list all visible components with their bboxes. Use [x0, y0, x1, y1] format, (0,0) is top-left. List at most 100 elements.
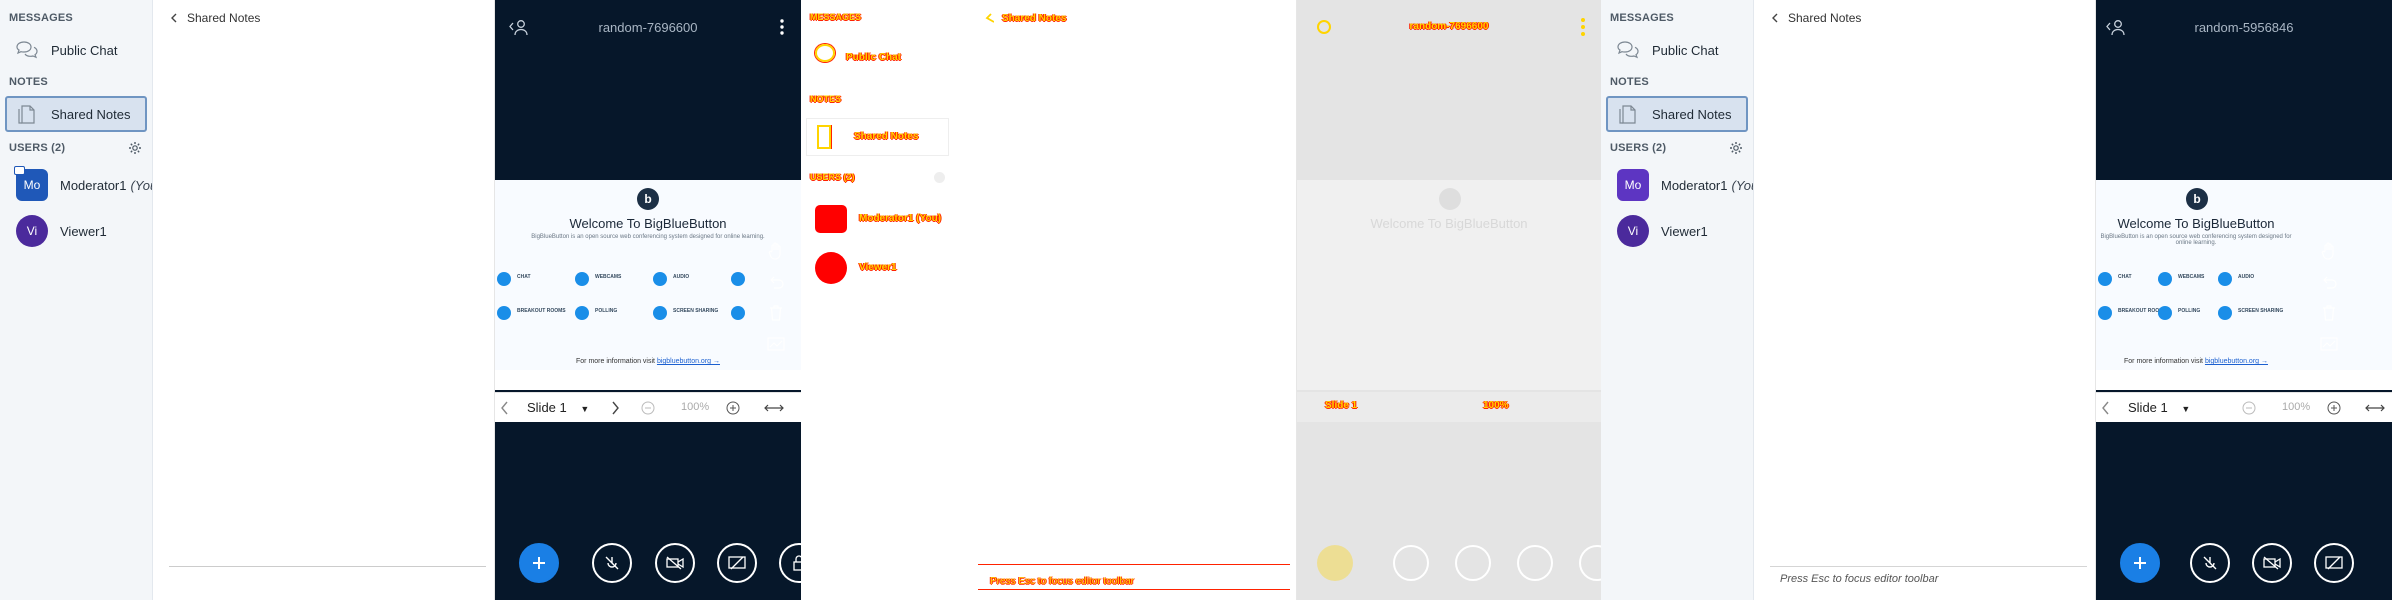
user-list-toggle-icon[interactable]	[509, 17, 529, 37]
public-chat-item[interactable]: Public Chat	[5, 32, 147, 68]
user-name: Viewer1	[60, 223, 107, 239]
more-info-link[interactable]: bigbluebutton.org →	[2205, 358, 2268, 365]
glitch-viewer-name[interactable]: Viewer1	[859, 262, 897, 273]
slide-label: Slide 1	[2128, 400, 2168, 415]
users-header-label: USERS (2)	[9, 142, 66, 154]
glitch-notes-back-button[interactable]: Shared Notes	[976, 0, 1296, 36]
glitched-presentation-panel: random-7696600 Welcome To BigBlueButton …	[1297, 0, 1601, 600]
slide-label: Slide 1	[527, 400, 567, 415]
glitch-viewer-avatar	[815, 252, 847, 284]
presentation-panel-a: random-7696600 b Welcome To BigBlueButto…	[495, 0, 801, 600]
glitch-slide: Welcome To BigBlueButton	[1297, 180, 1601, 390]
notes-back-button[interactable]: Shared Notes	[153, 0, 494, 36]
feature-dot	[2158, 306, 2172, 320]
notes-document-icon	[1616, 102, 1640, 126]
screen-share-off-icon[interactable]	[2314, 543, 2354, 583]
user-list-toggle-icon[interactable]	[2106, 17, 2126, 37]
kebab-menu-icon[interactable]	[779, 18, 785, 36]
video-off-icon[interactable]	[655, 543, 695, 583]
zoom-out-icon[interactable]	[2241, 400, 2257, 416]
presentation-slide[interactable]: b Welcome To BigBlueButton BigBlueButton…	[495, 180, 801, 390]
undo-icon[interactable]	[2318, 271, 2340, 293]
feature-title: CHAT	[2118, 274, 2132, 280]
zoom-in-icon[interactable]	[725, 400, 741, 416]
glitch-video-button[interactable]	[1455, 545, 1491, 581]
glitch-screen-button[interactable]	[1517, 545, 1553, 581]
previous-slide-icon[interactable]	[497, 400, 513, 416]
fit-width-icon[interactable]	[763, 400, 785, 416]
notes-header: NOTES	[1610, 76, 1649, 88]
users-header: USERS (2)	[1601, 138, 1753, 158]
glitch-shared-notes-item[interactable]: Shared Notes	[806, 118, 949, 156]
user-row-viewer[interactable]: Vi Viewer1	[1601, 208, 1753, 254]
hand-icon[interactable]	[765, 240, 787, 262]
trash-icon[interactable]	[2318, 302, 2340, 324]
plus-icon[interactable]	[2120, 543, 2160, 583]
glitch-public-chat[interactable]: Public Chat	[846, 52, 901, 63]
slide-selector[interactable]: Slide 1 ▼	[2128, 400, 2190, 415]
avatar: Vi	[16, 215, 48, 247]
glitch-kebab-icon[interactable]	[1581, 18, 1585, 36]
public-chat-label: Public Chat	[51, 42, 118, 58]
zoom-out-icon[interactable]	[640, 400, 656, 416]
glitch-mic-button[interactable]	[1393, 545, 1429, 581]
plus-icon[interactable]	[519, 543, 559, 583]
glitch-editor-rule	[978, 564, 1290, 565]
public-chat-label: Public Chat	[1652, 42, 1719, 58]
hand-icon[interactable]	[2318, 240, 2340, 262]
glitch-users-header: USERS (2)	[810, 172, 855, 182]
zoom-in-icon[interactable]	[2326, 400, 2342, 416]
shared-notes-item[interactable]: Shared Notes	[1606, 96, 1748, 132]
multi-user-whiteboard-icon[interactable]	[2318, 333, 2340, 355]
presentation-slide[interactable]: b Welcome To BigBlueButton BigBlueButton…	[2096, 180, 2392, 390]
mute-microphone-icon[interactable]	[2190, 543, 2230, 583]
notes-title: Shared Notes	[187, 11, 261, 25]
glitch-moderator-name[interactable]: Moderator1 (You)	[859, 213, 941, 224]
mute-microphone-icon[interactable]	[592, 543, 632, 583]
notes-back-button[interactable]: Shared Notes	[1754, 0, 2095, 36]
trash-icon[interactable]	[765, 302, 787, 324]
user-name: Viewer1	[1661, 223, 1708, 239]
user-name: Moderator1	[60, 177, 127, 193]
glitch-plus-button[interactable]	[1317, 545, 1353, 581]
user-list-sidebar: MESSAGES Public Chat NOTES Shared Notes …	[0, 0, 153, 600]
mobile-top-bar: random-5956846	[2096, 0, 2392, 54]
glitch-controls: Slide 1 100%	[1297, 392, 1601, 422]
gear-icon[interactable]	[1729, 141, 1743, 155]
gear-icon[interactable]	[128, 141, 142, 155]
previous-slide-icon[interactable]	[2098, 400, 2114, 416]
multi-user-whiteboard-icon[interactable]	[765, 333, 787, 355]
feature-dot	[575, 272, 589, 286]
user-row-moderator[interactable]: Mo Moderator1 (You)	[1601, 162, 1753, 208]
presentation-panel-b: random-5956846 b Welcome To BigBlueButto…	[2096, 0, 2392, 600]
feature-dot	[2098, 272, 2112, 286]
lock-icon[interactable]	[779, 543, 801, 583]
user-row-moderator[interactable]: Mo Moderator1 (You)	[0, 162, 152, 208]
slide-selector[interactable]: Slide 1 ▼	[527, 400, 589, 415]
feature-dot	[2218, 272, 2232, 286]
feature-dot	[575, 306, 589, 320]
undo-icon[interactable]	[765, 271, 787, 293]
screen-share-off-icon[interactable]	[717, 543, 757, 583]
glitch-lock-button[interactable]	[1579, 545, 1601, 581]
more-info-link[interactable]: bigbluebutton.org →	[657, 358, 720, 365]
feature-dot	[497, 272, 511, 286]
notes-title: Shared Notes	[1788, 11, 1862, 25]
next-slide-icon[interactable]	[607, 400, 623, 416]
presenter-badge-icon	[14, 166, 25, 175]
video-off-icon[interactable]	[2252, 543, 2292, 583]
more-info: For more information visit bigbluebutton…	[2096, 358, 2296, 365]
shared-notes-item[interactable]: Shared Notes	[5, 96, 147, 132]
user-row-viewer[interactable]: Vi Viewer1	[0, 208, 152, 254]
glitch-slide-label: Slide 1	[1325, 400, 1358, 411]
notes-header: NOTES	[9, 76, 48, 88]
feature-title: BREAKOUT ROOMS	[517, 308, 566, 314]
notes-editor[interactable]	[1754, 36, 2095, 560]
glitch-gear-icon[interactable]	[934, 172, 945, 183]
feature-dot	[2218, 306, 2232, 320]
notes-editor[interactable]	[153, 36, 494, 560]
avatar-initials: Vi	[26, 224, 38, 238]
fit-width-icon[interactable]	[2364, 400, 2386, 416]
public-chat-item[interactable]: Public Chat	[1606, 32, 1748, 68]
user-name: Moderator1	[1661, 177, 1728, 193]
